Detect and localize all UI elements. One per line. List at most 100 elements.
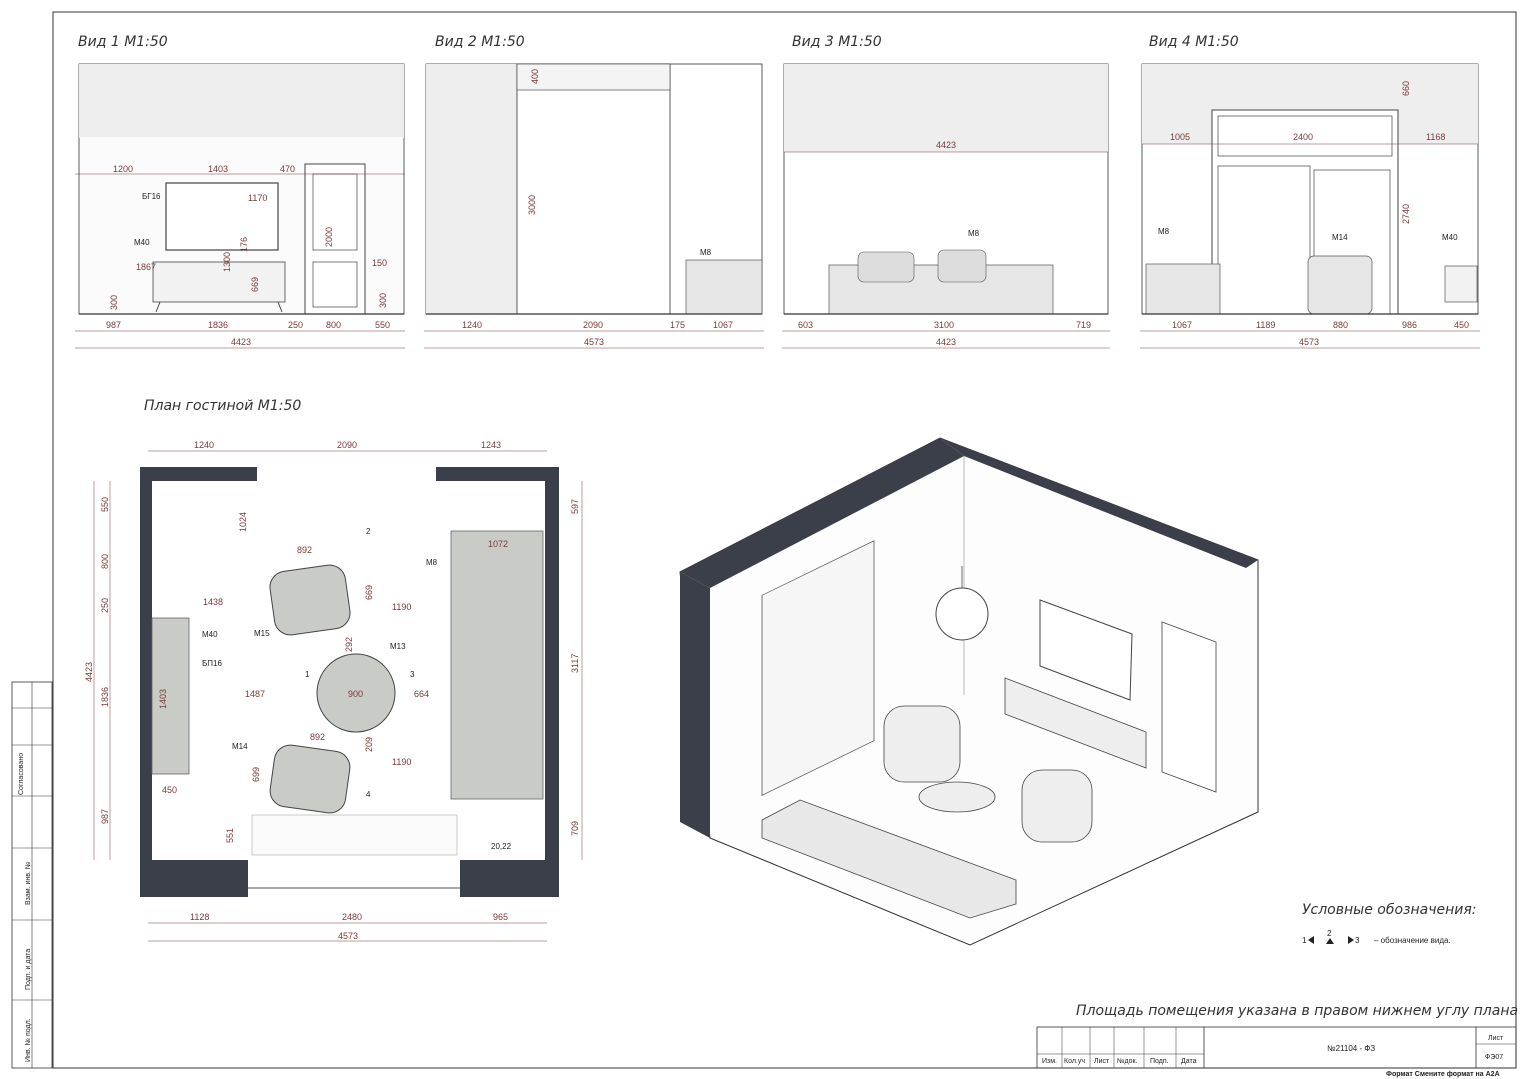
- svg-text:965: 965: [493, 912, 508, 922]
- svg-text:№док.: №док.: [1117, 1058, 1138, 1065]
- svg-text:1240: 1240: [194, 440, 214, 450]
- svg-text:250: 250: [288, 320, 303, 330]
- svg-text:М8: М8: [700, 248, 712, 257]
- svg-text:ФЭ07: ФЭ07: [1485, 1054, 1503, 1061]
- svg-text:2000: 2000: [324, 227, 334, 247]
- svg-text:1200: 1200: [113, 164, 133, 174]
- svg-text:150: 150: [372, 258, 387, 268]
- svg-text:1243: 1243: [481, 440, 501, 450]
- view-3: Вид 3 М1:50 4423 603 3100 719 4423 М8: [782, 34, 1110, 349]
- plan-radiator: [251, 814, 458, 856]
- svg-text:М14: М14: [232, 742, 248, 751]
- svg-text:1403: 1403: [158, 689, 168, 709]
- svg-text:Кол.уч: Кол.уч: [1064, 1058, 1085, 1065]
- svg-text:175: 175: [670, 320, 685, 330]
- view-2-opening: [516, 63, 671, 315]
- svg-text:550: 550: [375, 320, 390, 330]
- svg-text:1067: 1067: [713, 320, 733, 330]
- svg-text:3: 3: [1355, 936, 1360, 945]
- svg-text:3000: 3000: [527, 195, 537, 215]
- side-stamp-sign: Подп. и дата: [25, 949, 32, 990]
- plan-area: 20,22: [491, 842, 512, 851]
- svg-text:1170: 1170: [248, 193, 267, 203]
- svg-text:550: 550: [100, 497, 110, 512]
- svg-text:4423: 4423: [936, 337, 956, 347]
- svg-text:М8: М8: [968, 229, 980, 238]
- svg-text:2740: 2740: [1401, 204, 1411, 224]
- title-block: Изм. Кол.уч Лист №док. Подп. Дата №21104…: [1036, 1026, 1517, 1069]
- svg-text:1300: 1300: [222, 252, 232, 272]
- svg-text:800: 800: [326, 320, 341, 330]
- svg-text:900: 900: [348, 689, 363, 699]
- svg-text:М8: М8: [426, 558, 438, 567]
- svg-text:1024: 1024: [238, 512, 248, 532]
- legend-title: Условные обозначения:: [1302, 902, 1476, 918]
- svg-text:1836: 1836: [208, 320, 228, 330]
- svg-text:Изм.: Изм.: [1042, 1058, 1057, 1065]
- side-stamp-inv: Инв. № подл.: [25, 1018, 32, 1062]
- svg-text:М8: М8: [1158, 227, 1170, 236]
- svg-text:1: 1: [305, 670, 310, 679]
- svg-text:М40: М40: [1442, 233, 1458, 242]
- svg-text:892: 892: [310, 732, 325, 742]
- plan-armchair-m15: [269, 564, 351, 636]
- svg-text:669: 669: [364, 585, 374, 600]
- floor-plan: План гостиной М1:50 1240 2090 1243 550 8…: [84, 398, 583, 942]
- view-2-title: Вид 2 М1:50: [435, 34, 525, 50]
- svg-text:2: 2: [1327, 929, 1332, 938]
- svg-text:2090: 2090: [337, 440, 357, 450]
- svg-text:1072: 1072: [488, 539, 508, 549]
- svg-text:Лист: Лист: [1488, 1035, 1504, 1042]
- svg-text:450: 450: [1454, 320, 1469, 330]
- svg-text:М40: М40: [202, 630, 218, 639]
- plan-title: План гостиной М1:50: [144, 398, 301, 414]
- svg-text:1867: 1867: [136, 262, 156, 272]
- svg-text:БГ16: БГ16: [142, 192, 161, 201]
- area-note: Площадь помещения указана в правом нижне…: [1076, 1003, 1518, 1019]
- svg-text:1128: 1128: [190, 912, 209, 922]
- svg-text:300: 300: [109, 295, 119, 310]
- svg-text:2090: 2090: [583, 320, 603, 330]
- svg-text:1438: 1438: [203, 597, 223, 607]
- svg-text:1168: 1168: [1426, 132, 1445, 142]
- svg-text:Лист: Лист: [1094, 1058, 1110, 1065]
- iso-pendant-lamp: [935, 587, 989, 641]
- view-1-door: [304, 163, 366, 315]
- svg-text:3117: 3117: [570, 654, 580, 673]
- svg-text:892: 892: [297, 545, 312, 555]
- svg-text:4573: 4573: [584, 337, 604, 347]
- side-stamp-replace: Взам. инв. №: [25, 862, 32, 905]
- svg-text:М15: М15: [254, 629, 270, 638]
- svg-text:1836: 1836: [100, 687, 110, 707]
- svg-text:1067: 1067: [1172, 320, 1192, 330]
- svg-text:2480: 2480: [342, 912, 362, 922]
- svg-text:719: 719: [1076, 320, 1091, 330]
- view-1-cabinet: [152, 261, 286, 303]
- iso-door: [1161, 621, 1217, 793]
- svg-text:250: 250: [100, 598, 110, 613]
- view-4-title: Вид 4 М1:50: [1149, 34, 1239, 50]
- view-2: Вид 2 М1:50 400 3000 1240 2090 175 1067 …: [424, 34, 764, 349]
- svg-text:987: 987: [106, 320, 121, 330]
- svg-text:4423: 4423: [936, 140, 956, 150]
- view-2-sofa: [685, 259, 763, 315]
- svg-text:986: 986: [1402, 320, 1417, 330]
- svg-text:699: 699: [251, 767, 261, 782]
- svg-text:176: 176: [239, 237, 249, 252]
- svg-text:880: 880: [1333, 320, 1348, 330]
- legend-text: – обозначение вида.: [1374, 936, 1451, 945]
- svg-text:551: 551: [225, 828, 235, 843]
- svg-text:664: 664: [414, 689, 429, 699]
- svg-text:300: 300: [378, 293, 388, 308]
- svg-text:1190: 1190: [392, 757, 411, 767]
- svg-text:2400: 2400: [1293, 132, 1313, 142]
- view-3-title: Вид 3 М1:50: [792, 34, 882, 50]
- svg-text:1: 1: [1302, 936, 1307, 945]
- svg-text:987: 987: [100, 809, 110, 824]
- svg-text:4423: 4423: [84, 662, 94, 682]
- svg-text:4: 4: [366, 790, 371, 799]
- svg-text:М13: М13: [390, 642, 406, 651]
- iso-armchair-2: [1021, 769, 1093, 843]
- svg-text:4573: 4573: [1299, 337, 1319, 347]
- svg-text:1487: 1487: [245, 689, 265, 699]
